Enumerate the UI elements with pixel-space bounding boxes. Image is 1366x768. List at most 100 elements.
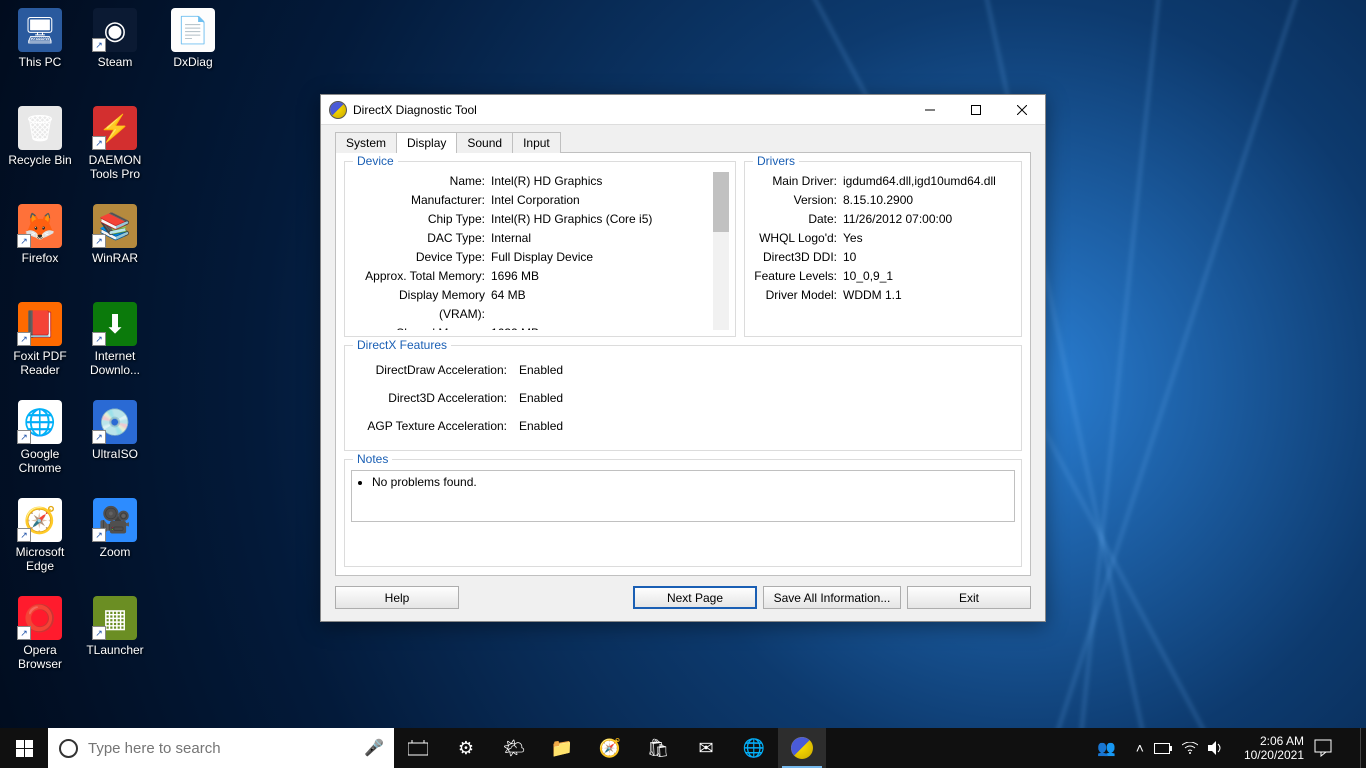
info-row: WHQL Logo'd:Yes: [751, 229, 1015, 248]
action-center-button[interactable]: [1314, 739, 1360, 757]
info-value: 11/26/2012 07:00:00: [843, 210, 1015, 229]
taskbar-edge-icon[interactable]: 🧭: [586, 728, 634, 768]
info-row: DirectDraw Acceleration:Enabled: [351, 356, 1015, 384]
info-row: Version:8.15.10.2900: [751, 191, 1015, 210]
dxdiag-icon: [329, 101, 347, 119]
titlebar[interactable]: DirectX Diagnostic Tool: [321, 95, 1045, 125]
info-row: Chip Type:Intel(R) HD Graphics (Core i5): [351, 210, 713, 229]
icon-label: Firefox: [3, 251, 77, 265]
icon-label: Steam: [78, 55, 152, 69]
search-input[interactable]: [88, 740, 354, 757]
desktop-icon-google-chrome[interactable]: 🌐↗Google Chrome: [3, 400, 77, 475]
tab-display[interactable]: Display: [396, 132, 457, 153]
info-key: Date:: [751, 210, 843, 229]
taskbar-weather-icon[interactable]: 🌤: [490, 728, 538, 768]
taskbar-chrome-icon[interactable]: 🌐: [730, 728, 778, 768]
desktop-icon-zoom[interactable]: 🎥↗Zoom: [78, 498, 152, 559]
taskbar-mail-icon[interactable]: ✉: [682, 728, 730, 768]
desktop-icon-steam[interactable]: ◉↗Steam: [78, 8, 152, 69]
info-key: Name:: [351, 172, 491, 191]
info-key: Device Type:: [351, 248, 491, 267]
tray-battery-icon[interactable]: [1154, 743, 1172, 754]
info-value: igdumd64.dll,igd10umd64.dll: [843, 172, 1015, 191]
info-value: 1632 MB: [491, 324, 713, 330]
desktop-icon-tlauncher[interactable]: ▦↗TLauncher: [78, 596, 152, 657]
legend-device: Device: [353, 154, 398, 168]
meet-now-icon[interactable]: 👥: [1088, 728, 1126, 768]
desktop-icon-internet-downlo-[interactable]: ⬇↗Internet Downlo...: [78, 302, 152, 377]
desktop-icon-this-pc[interactable]: 🖥This PC: [3, 8, 77, 69]
taskbar-settings-icon[interactable]: ⚙: [442, 728, 490, 768]
icon-label: DAEMON Tools Pro: [78, 153, 152, 181]
tray-chevron-up-icon[interactable]: ˄: [1136, 740, 1144, 756]
search-box[interactable]: 🎤: [48, 728, 394, 768]
icon-label: UltraISO: [78, 447, 152, 461]
help-button[interactable]: Help: [335, 586, 459, 609]
info-value: Yes: [843, 229, 1015, 248]
icon-label: This PC: [3, 55, 77, 69]
mic-icon[interactable]: 🎤: [354, 738, 394, 758]
info-value: Full Display Device: [491, 248, 713, 267]
tab-input[interactable]: Input: [512, 132, 561, 153]
info-value: Internal: [491, 229, 713, 248]
desktop-icon-opera-browser[interactable]: ⭕↗Opera Browser: [3, 596, 77, 671]
desktop-icon-firefox[interactable]: 🦊↗Firefox: [3, 204, 77, 265]
start-button[interactable]: [0, 728, 48, 768]
info-value: Intel(R) HD Graphics (Core i5): [491, 210, 713, 229]
desktop-icon-daemon-tools-pro[interactable]: ⚡↗DAEMON Tools Pro: [78, 106, 152, 181]
taskbar-clock[interactable]: 2:06 AM 10/20/2021: [1234, 734, 1314, 762]
maximize-button[interactable]: [953, 95, 999, 124]
system-tray[interactable]: ˄: [1126, 740, 1234, 756]
taskbar-dxdiag-icon[interactable]: [778, 728, 826, 768]
info-key: Driver Model:: [751, 286, 843, 305]
clock-date: 10/20/2021: [1244, 748, 1304, 762]
device-scroll-area[interactable]: Name:Intel(R) HD GraphicsManufacturer:In…: [351, 172, 729, 330]
taskbar-store-icon[interactable]: 🛍: [634, 728, 682, 768]
info-key: Display Memory (VRAM):: [351, 286, 491, 324]
notes-textbox[interactable]: No problems found.: [351, 470, 1015, 522]
minimize-button[interactable]: [907, 95, 953, 124]
info-value: WDDM 1.1: [843, 286, 1015, 305]
shortcut-arrow-icon: ↗: [92, 528, 106, 542]
info-key: Shared Memory:: [351, 324, 491, 330]
tab-sound[interactable]: Sound: [456, 132, 513, 153]
taskbar-explorer-icon[interactable]: 📁: [538, 728, 586, 768]
icon-label: WinRAR: [78, 251, 152, 265]
shortcut-arrow-icon: ↗: [17, 332, 31, 346]
desktop-icon-winrar[interactable]: 📚↗WinRAR: [78, 204, 152, 265]
info-key: Main Driver:: [751, 172, 843, 191]
window-controls: [907, 95, 1045, 124]
info-row: Direct3D Acceleration:Enabled: [351, 384, 1015, 412]
tab-system[interactable]: System: [335, 132, 397, 153]
info-row: DAC Type:Internal: [351, 229, 713, 248]
scrollbar[interactable]: [713, 172, 729, 330]
cortana-icon[interactable]: [48, 739, 88, 758]
tray-volume-icon[interactable]: [1208, 741, 1224, 755]
next-page-button[interactable]: Next Page: [633, 586, 757, 609]
shortcut-arrow-icon: ↗: [92, 234, 106, 248]
desktop-icon-foxit-pdf-reader[interactable]: 📕↗Foxit PDF Reader: [3, 302, 77, 377]
save-all-button[interactable]: Save All Information...: [763, 586, 901, 609]
legend-notes: Notes: [353, 452, 392, 466]
desktop-icon-microsoft-edge[interactable]: 🧭↗Microsoft Edge: [3, 498, 77, 573]
info-row: Feature Levels:10_0,9_1: [751, 267, 1015, 286]
info-value: 64 MB: [491, 286, 713, 324]
close-button[interactable]: [999, 95, 1045, 124]
info-row: Date:11/26/2012 07:00:00: [751, 210, 1015, 229]
info-value: 8.15.10.2900: [843, 191, 1015, 210]
shortcut-arrow-icon: ↗: [17, 430, 31, 444]
task-view-button[interactable]: [394, 728, 442, 768]
info-row: Driver Model:WDDM 1.1: [751, 286, 1015, 305]
info-key: AGP Texture Acceleration:: [351, 412, 513, 440]
info-key: Manufacturer:: [351, 191, 491, 210]
tray-wifi-icon[interactable]: [1182, 742, 1198, 754]
scroll-thumb[interactable]: [713, 172, 729, 232]
legend-features: DirectX Features: [353, 338, 451, 352]
desktop-icon-recycle-bin[interactable]: 🗑Recycle Bin: [3, 106, 77, 167]
info-row: Main Driver:igdumd64.dll,igd10umd64.dll: [751, 172, 1015, 191]
show-desktop-button[interactable]: [1360, 728, 1366, 768]
desktop-icon-ultraiso[interactable]: 💿↗UltraISO: [78, 400, 152, 461]
desktop-icon-dxdiag[interactable]: 📄DxDiag: [156, 8, 230, 69]
exit-button[interactable]: Exit: [907, 586, 1031, 609]
info-key: Direct3D Acceleration:: [351, 384, 513, 412]
